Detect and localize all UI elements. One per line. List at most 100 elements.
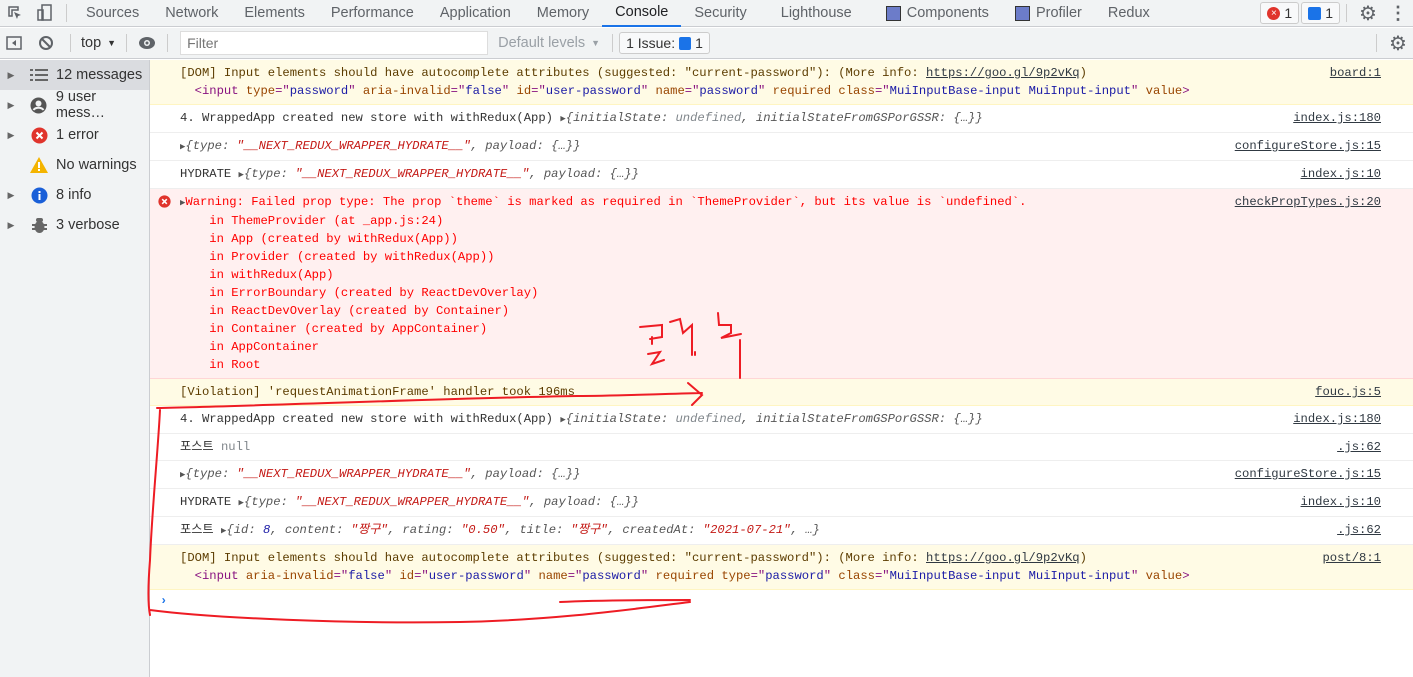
tab-label: Application [439,5,511,21]
source-link[interactable]: index.js:10 [1301,165,1381,183]
source-link[interactable]: index.js:180 [1293,410,1381,428]
divider [167,34,169,52]
warning-icon [22,157,56,173]
message-text: undefined [675,412,742,426]
message-line: [DOM] Input elements should have autocom… [180,64,1383,82]
clear-console-icon[interactable] [28,35,64,51]
source-link[interactable]: fouc.js:5 [1315,383,1381,401]
issues-button[interactable]: 1 Issue: 1 [619,32,710,54]
error-icon: × [1267,6,1281,20]
live-expression-eye-icon[interactable] [133,36,161,50]
bug-icon [22,217,56,234]
message-line: in ReactDevOverlay (created by Container… [180,302,1383,320]
sidebar-item-error[interactable]: ▶ 1 error [0,120,149,150]
source-link[interactable]: .js:62 [1337,521,1381,539]
tab-redux[interactable]: Redux [1095,0,1163,27]
message-line: in Provider (created by withRedux(App)) [180,248,1383,266]
tab-elements[interactable]: Elements [231,0,317,27]
message-text: , payload: {…}} [529,495,639,509]
message-line: HYDRATE ▶{type: "__NEXT_REDUX_WRAPPER_HY… [180,493,1383,512]
message-line: 4. WrappedApp created new store with wit… [180,109,1383,128]
device-toolbar-icon[interactable] [30,4,60,22]
console-message-log: 포스트 null .js:62 [150,434,1413,461]
tab-console[interactable]: Console [602,0,682,27]
sidebar-item-bug[interactable]: ▶ 3 verbose [0,210,149,240]
tab-label: Performance [330,5,414,21]
message-text: " [501,84,517,98]
context-selector[interactable]: top ▼ [77,35,120,51]
divider [70,34,71,52]
issue-count-badge[interactable]: 1 [1301,2,1340,24]
message-line: <input aria-invalid="false" id="user-pas… [180,567,1383,585]
console-message-log: ▶{type: "__NEXT_REDUX_WRAPPER_HYDRATE__"… [150,133,1413,161]
message-text: > [1182,569,1190,583]
sidebar-item-list[interactable]: ▶ 12 messages [0,60,149,90]
source-link[interactable]: configureStore.js:15 [1235,137,1381,155]
sidebar-item-warning[interactable]: No warnings [0,150,149,180]
source-link[interactable]: .js:62 [1337,438,1381,456]
sidebar-item-label: 3 verbose [56,217,120,233]
filter-input[interactable] [180,31,489,55]
message-text: , initialStateFromGSPorGSSR: {…}} [741,412,983,426]
tab-label: Elements [244,5,305,21]
tab-profiler[interactable]: Profiler [1002,0,1095,27]
console-settings-gear-icon[interactable]: ⚙ [1383,31,1413,56]
message-text: "짱구" [350,523,388,537]
message-text: {type: [185,467,237,481]
source-link[interactable]: configureStore.js:15 [1235,465,1381,483]
log-levels-dropdown[interactable]: Default levels ▼ [498,35,600,51]
message-text: " [348,84,363,98]
tab-security[interactable]: Security [681,0,759,27]
console-message-warn: [DOM] Input elements should have autocom… [150,545,1413,590]
console-message-warn: [DOM] Input elements should have autocom… [150,60,1413,105]
message-text: [Violation] 'requestAnimationFrame' hand… [180,385,575,399]
source-link[interactable]: checkPropTypes.js:20 [1235,193,1381,211]
source-link[interactable]: post/8:1 [1322,549,1381,567]
message-text: in AppContainer [180,340,319,354]
console-message-log: HYDRATE ▶{type: "__NEXT_REDUX_WRAPPER_HY… [150,489,1413,517]
message-text: name [655,84,685,98]
console-messages: [DOM] Input elements should have autocom… [150,60,1413,677]
message-text: user-password [428,569,524,583]
message-text: =" [750,569,766,583]
tab-performance[interactable]: Performance [318,0,427,27]
tab-application[interactable]: Application [427,0,524,27]
react-icon [885,5,901,21]
tab-sources[interactable]: Sources [73,0,152,27]
message-text: undefined [675,111,742,125]
panel-tabs: Sources Network Elements Performance Applica… [73,0,1163,27]
message-text: 포스트 [180,523,221,537]
message-text: in App (created by withRedux(App)) [180,232,458,246]
tab-network[interactable]: Network [152,0,231,27]
message-text: required class [772,84,875,98]
message-text: in ThemeProvider (at _app.js:24) [180,214,444,228]
tab-components[interactable]: Components [873,0,1002,27]
error-count-badge[interactable]: × 1 [1260,2,1300,24]
message-text: required type [655,569,751,583]
source-link[interactable]: index.js:180 [1293,109,1381,127]
info-link[interactable]: https://goo.gl/9p2vKq [926,551,1080,565]
sidebar-toggle-icon[interactable] [0,35,28,51]
console-message-log: 4. WrappedApp created new store with wit… [150,406,1413,434]
message-line: 포스트 null [180,438,1383,456]
sidebar-item-label: 8 info [56,187,92,203]
console-prompt-input[interactable]: › [150,590,1413,612]
source-link[interactable]: index.js:10 [1301,493,1381,511]
message-text: " [823,569,839,583]
issue-icon [679,36,692,50]
tab-lighthouse[interactable]: Lighthouse [768,0,865,27]
info-link[interactable]: https://goo.gl/9p2vKq [926,66,1080,80]
settings-gear-icon[interactable]: ⚙ [1353,1,1383,26]
more-options-icon[interactable]: ⋮ [1383,3,1413,24]
message-text: " [1130,569,1146,583]
tab-memory[interactable]: Memory [524,0,602,27]
source-link[interactable]: board:1 [1330,64,1381,82]
sidebar-item-info[interactable]: ▶ 8 info [0,180,149,210]
message-text: null [220,440,251,454]
message-text: "짱구" [570,523,608,537]
message-text: [DOM] Input elements should have autocom… [180,66,926,80]
message-text: in withRedux(App) [180,268,334,282]
divider [1346,4,1347,22]
sidebar-item-user[interactable]: ▶ 9 user mess… [0,89,149,121]
inspect-element-icon[interactable] [0,5,30,21]
